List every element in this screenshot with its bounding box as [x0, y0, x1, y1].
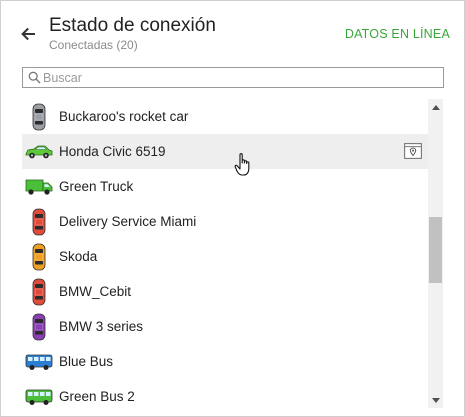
vehicle-label: Green Truck: [59, 179, 134, 194]
vehicle-label: Skoda: [59, 249, 98, 264]
arrow-left-icon: [21, 27, 35, 41]
vehicle-label: Buckaroo's rocket car: [59, 109, 189, 124]
vehicle-row[interactable]: Delivery Service Miami: [22, 204, 428, 239]
vehicle-row[interactable]: Skoda: [22, 239, 428, 274]
online-data-link[interactable]: DATOS EN LÍNEA: [345, 27, 450, 41]
vehicle-label: BMW_Cebit: [59, 284, 132, 299]
vehicle-label: BMW 3 series: [59, 319, 144, 334]
bus-icon: [25, 348, 53, 376]
bus-icon: [25, 383, 53, 411]
search-box[interactable]: [22, 67, 444, 88]
vehicle-label: Delivery Service Miami: [59, 214, 197, 229]
connection-status-panel: Estado de conexión Conectadas (20) DATOS…: [0, 0, 465, 417]
triangle-up-icon: [431, 104, 440, 110]
vehicle-row[interactable]: Blue Bus: [22, 344, 428, 379]
scroll-down-button[interactable]: [428, 393, 443, 408]
vehicle-row[interactable]: BMW_Cebit: [22, 274, 428, 309]
vehicle-list: Buckaroo's rocket car Honda Civic 6519 Gre…: [22, 99, 428, 414]
connected-count: Conectadas (20): [49, 38, 138, 52]
car-top-icon: [25, 278, 53, 306]
search-input[interactable]: [43, 69, 439, 86]
vehicle-row[interactable]: Green Truck: [22, 169, 428, 204]
car-top-icon: [25, 208, 53, 236]
vehicle-label: Green Bus 2: [59, 389, 135, 404]
search-icon: [28, 71, 41, 84]
car-top-icon: [25, 243, 53, 271]
vehicle-row[interactable]: Buckaroo's rocket car: [22, 99, 428, 134]
car-top-icon: [25, 313, 53, 341]
vehicle-label: Honda Civic 6519: [59, 144, 166, 159]
vehicle-row[interactable]: Honda Civic 6519: [22, 134, 428, 169]
scroll-up-button[interactable]: [428, 99, 443, 114]
car-top-icon: [25, 103, 53, 131]
vertical-scrollbar[interactable]: [428, 99, 443, 408]
triangle-down-icon: [431, 397, 440, 403]
scroll-thumb[interactable]: [429, 217, 442, 283]
car-side-icon: [25, 138, 53, 166]
page-title: Estado de conexión: [49, 15, 216, 36]
truck-icon: [25, 173, 53, 201]
vehicle-row[interactable]: BMW 3 series: [22, 309, 428, 344]
panel-header: Estado de conexión Conectadas (20) DATOS…: [1, 1, 464, 61]
vehicle-label: Blue Bus: [59, 354, 114, 369]
map-pin-icon[interactable]: [404, 143, 422, 159]
vehicle-row[interactable]: Green Bus 2: [22, 379, 428, 414]
back-button[interactable]: [17, 23, 39, 45]
